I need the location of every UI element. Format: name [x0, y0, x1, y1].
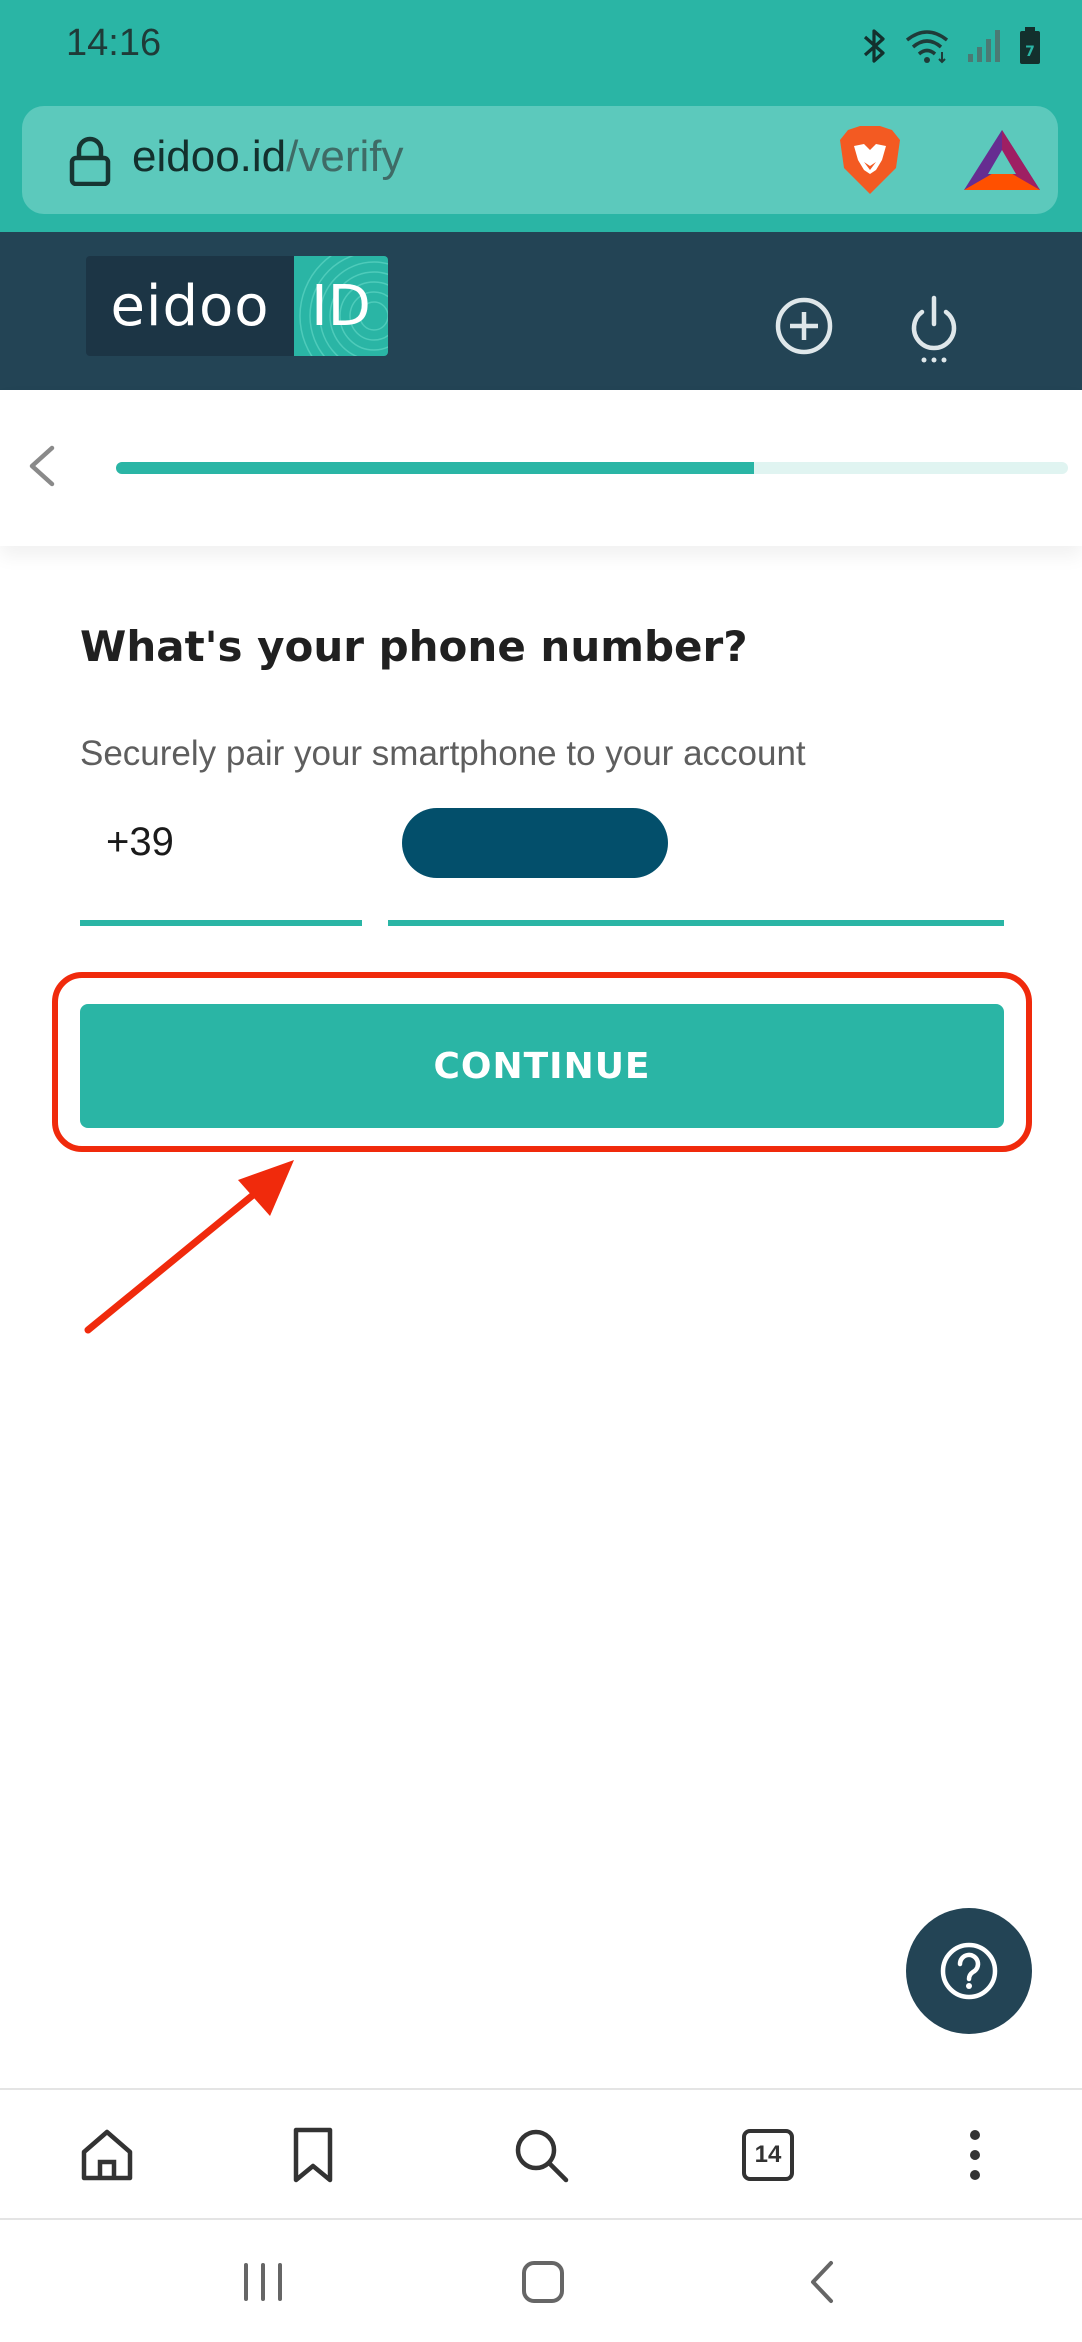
- url-domain: eidoo.id: [132, 132, 287, 181]
- bat-rewards-icon[interactable]: [962, 128, 1042, 192]
- progress-bar-fill: [116, 462, 754, 474]
- more-menu-button[interactable]: [940, 2120, 1010, 2190]
- continue-button[interactable]: CONTINUE: [80, 1004, 1004, 1128]
- phone-number-input[interactable]: [388, 800, 1004, 926]
- home-button-icon: [522, 2261, 564, 2303]
- annotation-arrow-icon: [84, 1160, 294, 1334]
- redacted-phone-number: [402, 808, 668, 878]
- bookmarks-button[interactable]: [278, 2120, 348, 2190]
- power-icon[interactable]: [902, 294, 966, 374]
- bookmark-icon: [293, 2127, 333, 2183]
- back-icon: [811, 2261, 833, 2303]
- status-bar: 14:16 7: [0, 0, 1082, 92]
- country-code-field[interactable]: +39: [80, 800, 362, 926]
- eidoo-logo[interactable]: eidoo ID: [86, 256, 388, 356]
- help-button[interactable]: [906, 1908, 1032, 2034]
- country-code-value: +39: [106, 820, 174, 864]
- svg-text:7: 7: [1025, 44, 1035, 60]
- system-navigation-bar: [0, 2218, 1082, 2342]
- progress-row: [0, 390, 1082, 546]
- url-path: /verify: [286, 132, 404, 181]
- lock-icon[interactable]: [66, 136, 114, 186]
- battery-icon: 7: [1020, 27, 1040, 64]
- page-title: What's your phone number?: [80, 622, 748, 671]
- wifi-icon: [905, 30, 949, 64]
- plus-circle-icon[interactable]: [772, 294, 836, 358]
- question-circle-icon: [940, 1942, 998, 2000]
- back-nav-button[interactable]: [788, 2250, 858, 2314]
- brave-lion-icon[interactable]: [836, 124, 904, 196]
- home-icon: [81, 2129, 133, 2181]
- logo-id-text: ID: [311, 273, 371, 339]
- site-header: eidoo ID: [0, 232, 1082, 390]
- tabs-icon: 14: [742, 2129, 794, 2181]
- signal-icon: [968, 30, 1000, 62]
- address-bar[interactable]: eidoo.id/verify: [22, 106, 1058, 214]
- home-button[interactable]: [72, 2120, 142, 2190]
- recent-apps-icon: [244, 2263, 282, 2301]
- progress-bar: [116, 462, 1068, 474]
- search-button[interactable]: [506, 2120, 576, 2190]
- search-icon: [515, 2129, 569, 2183]
- browser-bottom-toolbar: 14: [0, 2088, 1082, 2218]
- tabs-button[interactable]: 14: [733, 2120, 803, 2190]
- status-time: 14:16: [66, 22, 162, 64]
- more-vertical-icon: [970, 2130, 980, 2180]
- url-text[interactable]: eidoo.id/verify: [132, 132, 404, 182]
- page-subtitle: Securely pair your smartphone to your ac…: [80, 734, 806, 773]
- chevron-left-icon[interactable]: [24, 442, 60, 490]
- bluetooth-icon: [863, 29, 885, 63]
- home-nav-button[interactable]: [508, 2250, 578, 2314]
- logo-id-badge: ID: [294, 256, 388, 356]
- logo-word: eidoo: [86, 256, 294, 356]
- recent-apps-button[interactable]: [228, 2250, 298, 2314]
- browser-toolbar: eidoo.id/verify: [0, 92, 1082, 232]
- status-icons: 7: [862, 24, 1042, 68]
